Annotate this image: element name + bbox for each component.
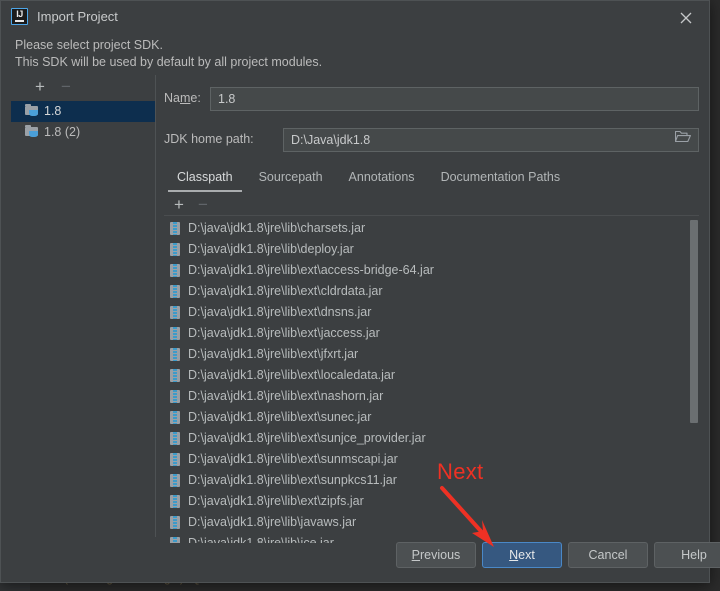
classpath-row[interactable]: D:\java\jdk1.8\jre\lib\ext\zipfs.jar <box>164 491 699 512</box>
intellij-idea-icon <box>11 8 28 25</box>
jdk-folder-icon <box>25 104 39 117</box>
jar-file-icon <box>170 390 180 403</box>
classpath-label: D:\java\jdk1.8\jre\lib\ext\dnsns.jar <box>188 305 372 319</box>
classpath-label: D:\java\jdk1.8\jre\lib\ext\jfxrt.jar <box>188 347 359 361</box>
add-sdk-button[interactable]: + <box>29 76 51 98</box>
classpath-label: D:\java\jdk1.8\jre\lib\ext\cldrdata.jar <box>188 284 383 298</box>
remove-sdk-button[interactable]: − <box>55 76 77 98</box>
sdk-list-item[interactable]: 1.8 (2) <box>11 122 155 143</box>
jdk-home-path-label: JDK home path: <box>164 132 254 146</box>
tab-annotations[interactable]: Annotations <box>336 167 428 192</box>
classpath-row[interactable]: D:\java\jdk1.8\jre\lib\ext\localedata.ja… <box>164 365 699 386</box>
classpath-row[interactable]: D:\java\jdk1.8\jre\lib\ext\access-bridge… <box>164 260 699 281</box>
cancel-button[interactable]: Cancel <box>568 542 648 568</box>
jar-file-icon <box>170 327 180 340</box>
sdk-item-label: 1.8 (2) <box>44 125 81 139</box>
classpath-row[interactable]: D:\java\jdk1.8\jre\lib\ext\sunjce_provid… <box>164 428 699 449</box>
classpath-row[interactable]: D:\java\jdk1.8\jre\lib\javaws.jar <box>164 512 699 533</box>
jar-file-icon <box>170 348 180 361</box>
dialog-title: Import Project <box>37 9 118 24</box>
scrollbar-thumb[interactable] <box>690 220 698 423</box>
add-classpath-button[interactable]: + <box>168 194 190 216</box>
folder-open-icon[interactable] <box>675 130 691 143</box>
classpath-row[interactable]: D:\java\jdk1.8\jre\lib\ext\jfxrt.jar <box>164 344 699 365</box>
classpath-scrollbar[interactable] <box>688 218 699 543</box>
subtitle-line-1: Please select project SDK. <box>15 38 163 52</box>
jar-file-icon <box>170 495 180 508</box>
jar-file-icon <box>170 243 180 256</box>
classpath-toolbar: + − <box>164 194 699 216</box>
classpath-label: D:\java\jdk1.8\jre\lib\deploy.jar <box>188 242 354 256</box>
tab-documentation-paths[interactable]: Documentation Paths <box>428 167 574 192</box>
jdk-home-path-row: JDK home path: D:\Java\jdk1.8 <box>164 124 699 158</box>
classpath-label: D:\java\jdk1.8\jre\lib\ext\localedata.ja… <box>188 368 396 382</box>
red-arrow-icon <box>440 486 494 547</box>
classpath-label: D:\java\jdk1.8\jre\lib\ext\sunmscapi.jar <box>188 452 398 466</box>
classpath-row[interactable]: D:\java\jdk1.8\jre\lib\deploy.jar <box>164 239 699 260</box>
classpath-label: D:\java\jdk1.8\jre\lib\ext\sunjce_provid… <box>188 431 426 445</box>
classpath-label: D:\java\jdk1.8\jre\lib\charsets.jar <box>188 221 366 235</box>
sdk-toolbar: + − <box>11 75 155 99</box>
classpath-label: D:\java\jdk1.8\jre\lib\ext\sunec.jar <box>188 410 372 424</box>
jar-file-icon <box>170 285 180 298</box>
classpath-label: D:\java\jdk1.8\jre\lib\ext\nashorn.jar <box>188 389 384 403</box>
close-icon <box>680 12 692 24</box>
jar-file-icon <box>170 474 180 487</box>
import-project-dialog: Import Project Please select project SDK… <box>0 0 720 583</box>
jar-file-icon <box>170 264 180 277</box>
dialog-button-bar: Previous Next Cancel Help <box>1 542 720 574</box>
jdk-home-path-input[interactable]: D:\Java\jdk1.8 <box>283 128 699 152</box>
annotation-label: Next <box>437 459 484 484</box>
classpath-row[interactable]: D:\java\jdk1.8\jre\lib\ext\cldrdata.jar <box>164 281 699 302</box>
classpath-list[interactable]: D:\java\jdk1.8\jre\lib\charsets.jar D:\j… <box>164 218 699 543</box>
dialog-titlebar: Import Project <box>1 1 709 32</box>
screen: for (String s : args) { Import Project P… <box>0 0 720 591</box>
name-field-row: Name: 1.8 <box>164 83 699 117</box>
name-label: Name: <box>164 91 201 105</box>
jar-file-icon <box>170 453 180 466</box>
jar-file-icon <box>170 432 180 445</box>
jar-file-icon <box>170 222 180 235</box>
classpath-label: D:\java\jdk1.8\jre\lib\javaws.jar <box>188 515 357 529</box>
classpath-row[interactable]: D:\java\jdk1.8\jre\lib\ext\sunec.jar <box>164 407 699 428</box>
classpath-row[interactable]: D:\java\jdk1.8\jre\lib\ext\nashorn.jar <box>164 386 699 407</box>
classpath-label: D:\java\jdk1.8\jre\lib\ext\zipfs.jar <box>188 494 364 508</box>
jar-file-icon <box>170 306 180 319</box>
classpath-row[interactable]: D:\java\jdk1.8\jre\lib\charsets.jar <box>164 218 699 239</box>
dialog-subtitle: Please select project SDK. This SDK will… <box>15 37 322 71</box>
jar-file-icon <box>170 369 180 382</box>
classpath-row[interactable]: D:\java\jdk1.8\jre\lib\ext\sunmscapi.jar <box>164 449 699 470</box>
classpath-row[interactable]: D:\java\jdk1.8\jre\lib\ext\jaccess.jar <box>164 323 699 344</box>
classpath-row[interactable]: D:\java\jdk1.8\jre\lib\ext\sunpkcs11.jar <box>164 470 699 491</box>
classpath-label: D:\java\jdk1.8\jre\lib\ext\jaccess.jar <box>188 326 380 340</box>
jar-file-icon <box>170 411 180 424</box>
subtitle-line-2: This SDK will be used by default by all … <box>15 55 323 69</box>
name-input[interactable]: 1.8 <box>210 87 699 111</box>
sdk-detail-panel: Name: 1.8 JDK home path: D:\Java\jdk1.8 <box>164 83 699 158</box>
tab-classpath[interactable]: Classpath <box>164 167 246 192</box>
jdk-folder-icon <box>25 125 39 138</box>
sdk-list: 1.8 1.8 (2) <box>11 101 155 143</box>
sdk-list-panel: + − 1.8 1.8 (2) <box>11 75 156 537</box>
classpath-label: D:\java\jdk1.8\jre\lib\ext\sunpkcs11.jar <box>188 473 397 487</box>
jar-file-icon <box>170 516 180 529</box>
sdk-list-item[interactable]: 1.8 <box>11 101 155 122</box>
help-button[interactable]: Help <box>654 542 720 568</box>
sdk-tabs: Classpath Sourcepath Annotations Documen… <box>164 167 699 193</box>
tab-sourcepath[interactable]: Sourcepath <box>246 167 336 192</box>
classpath-label: D:\java\jdk1.8\jre\lib\ext\access-bridge… <box>188 263 434 277</box>
remove-classpath-button[interactable]: − <box>192 194 214 216</box>
sdk-item-label: 1.8 <box>44 104 62 118</box>
classpath-row[interactable]: D:\java\jdk1.8\jre\lib\ext\dnsns.jar <box>164 302 699 323</box>
close-button[interactable] <box>663 1 709 32</box>
